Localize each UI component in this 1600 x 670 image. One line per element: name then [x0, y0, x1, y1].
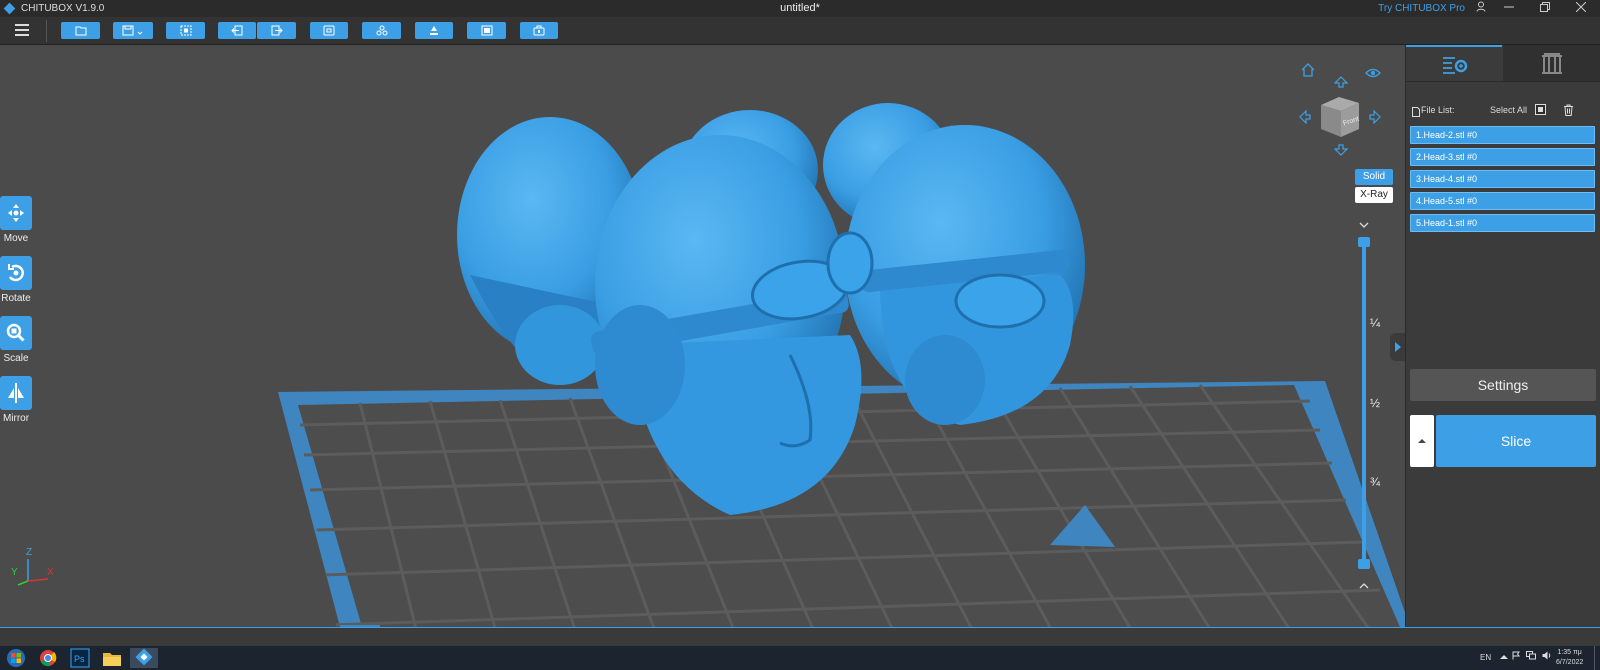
- x-axis-label: X: [47, 567, 54, 578]
- printer-button[interactable]: [520, 22, 558, 39]
- slice-button[interactable]: Slice: [1436, 415, 1596, 467]
- move-icon[interactable]: [0, 196, 32, 230]
- language-indicator[interactable]: EN: [1480, 646, 1491, 670]
- main-toolbar: [0, 17, 1600, 45]
- view-cube[interactable]: Front: [1317, 95, 1361, 139]
- minimize-icon[interactable]: [1494, 0, 1524, 17]
- slider-mark-half: ½: [1370, 396, 1381, 410]
- show-desktop-button[interactable]: [1594, 646, 1600, 670]
- file-list-icon: [1412, 104, 1420, 122]
- slider-mark-three-quarter: ¾: [1370, 475, 1381, 489]
- hollow-button[interactable]: [310, 22, 348, 39]
- supports-icon: [1542, 53, 1562, 74]
- file-list-item[interactable]: 4.Head-5.stl #0: [1410, 192, 1595, 210]
- select-all-checkbox[interactable]: [1535, 104, 1546, 115]
- lift-model-button[interactable]: [415, 22, 453, 39]
- mirror-label: Mirror: [2, 413, 30, 424]
- svg-text:Ps: Ps: [74, 654, 85, 664]
- save-button[interactable]: [113, 22, 153, 39]
- rotate-label: Rotate: [1, 293, 31, 304]
- taskbar-clock[interactable]: 1:35 πμ 6/7/2022: [1556, 648, 1583, 668]
- caret-up-icon: [1418, 439, 1426, 443]
- toolbar-divider: [46, 20, 47, 42]
- open-file-button[interactable]: [61, 22, 100, 39]
- build-plate-scene: [278, 103, 1405, 627]
- xray-mode-button[interactable]: X-Ray: [1355, 187, 1393, 203]
- tab-model-settings[interactable]: [1406, 45, 1502, 81]
- file-list-label: File List:: [1421, 105, 1455, 115]
- delete-trash-icon[interactable]: [1563, 103, 1574, 121]
- eye-icon[interactable]: [1365, 67, 1381, 82]
- y-axis-label: Y: [11, 567, 18, 578]
- show-hidden-icons-icon[interactable]: [1500, 646, 1508, 670]
- os-taskbar: Ps EN 1:35 πμ 6/7/2022: [0, 646, 1600, 670]
- layer-slider-top-handle[interactable]: [1358, 237, 1370, 247]
- network-icon[interactable]: [1526, 646, 1536, 670]
- solid-mode-button[interactable]: Solid: [1355, 169, 1393, 185]
- slider-collapse-chevron-icon[interactable]: [1359, 216, 1369, 234]
- file-list-item[interactable]: 2.Head-3.stl #0: [1410, 148, 1595, 166]
- panel-collapse-tab[interactable]: [1390, 333, 1405, 361]
- file-list-item[interactable]: 5.Head-1.stl #0: [1410, 214, 1595, 232]
- auto-layout-button[interactable]: [362, 22, 401, 39]
- chitubox-logo-icon: [3, 2, 16, 15]
- slider-mark-quarter: ¼: [1370, 316, 1381, 330]
- 3d-viewport[interactable]: Z Y X: [0, 45, 1405, 627]
- app-name: CHITUBOX V1.9.0: [21, 3, 105, 14]
- document-title: untitled*: [780, 2, 820, 14]
- slider-expand-chevron-icon[interactable]: [1359, 577, 1369, 595]
- photoshop-icon[interactable]: Ps: [66, 648, 94, 668]
- select-all-models-button[interactable]: [166, 22, 205, 39]
- select-all-label: Select All: [1490, 105, 1528, 115]
- tab-supports[interactable]: [1503, 45, 1600, 81]
- scale-icon[interactable]: [0, 316, 32, 350]
- view-bottom-arrow-icon[interactable]: [1333, 144, 1349, 159]
- layer-slider-track[interactable]: [1362, 242, 1366, 564]
- account-icon[interactable]: [1466, 0, 1496, 17]
- undo-button[interactable]: [218, 22, 256, 39]
- clock-time: 1:35 πμ: [1557, 649, 1582, 656]
- file-list-item[interactable]: 1.Head-2.stl #0: [1410, 126, 1595, 144]
- layer-slider-bottom-handle[interactable]: [1358, 559, 1370, 569]
- z-axis-label: Z: [26, 547, 33, 558]
- mirror-tool[interactable]: Mirror: [0, 376, 32, 424]
- start-button[interactable]: [2, 648, 30, 668]
- move-tool[interactable]: Move: [0, 196, 32, 244]
- volume-icon[interactable]: [1542, 646, 1552, 670]
- view-left-arrow-icon[interactable]: [1299, 109, 1311, 127]
- scale-tool[interactable]: Scale: [0, 316, 32, 364]
- title-bar: CHITUBOX V1.9.0 untitled* Try CHITUBOX P…: [0, 0, 1600, 17]
- file-list-item[interactable]: 3.Head-4.stl #0: [1410, 170, 1595, 188]
- chitubox-taskbar-icon[interactable]: [130, 648, 158, 668]
- view-right-arrow-icon[interactable]: [1369, 109, 1381, 127]
- chrome-icon[interactable]: [34, 648, 62, 668]
- move-label: Move: [3, 233, 29, 244]
- try-pro-link[interactable]: Try CHITUBOX Pro: [1378, 0, 1465, 17]
- file-explorer-icon[interactable]: [98, 648, 126, 668]
- print-area-button[interactable]: [467, 22, 506, 39]
- view-top-arrow-icon[interactable]: [1333, 76, 1349, 91]
- home-view-icon[interactable]: [1300, 63, 1316, 80]
- play-arrow-icon: [1395, 342, 1401, 352]
- menu-icon[interactable]: [15, 24, 29, 36]
- model-head-5[interactable]: [845, 125, 1085, 425]
- close-icon[interactable]: [1566, 0, 1596, 17]
- settings-button[interactable]: Settings: [1410, 369, 1596, 401]
- flag-icon[interactable]: [1512, 646, 1521, 670]
- mirror-icon[interactable]: [0, 376, 32, 410]
- status-bar: [0, 627, 1600, 646]
- scale-label: Scale: [3, 353, 29, 364]
- model-settings-icon: [1443, 57, 1468, 74]
- clock-date: 6/7/2022: [1556, 659, 1584, 666]
- rotate-icon[interactable]: [0, 256, 32, 290]
- restore-icon[interactable]: [1530, 0, 1560, 17]
- slice-options-button[interactable]: [1410, 415, 1434, 467]
- redo-button[interactable]: [257, 22, 296, 39]
- rotate-tool[interactable]: Rotate: [0, 256, 32, 304]
